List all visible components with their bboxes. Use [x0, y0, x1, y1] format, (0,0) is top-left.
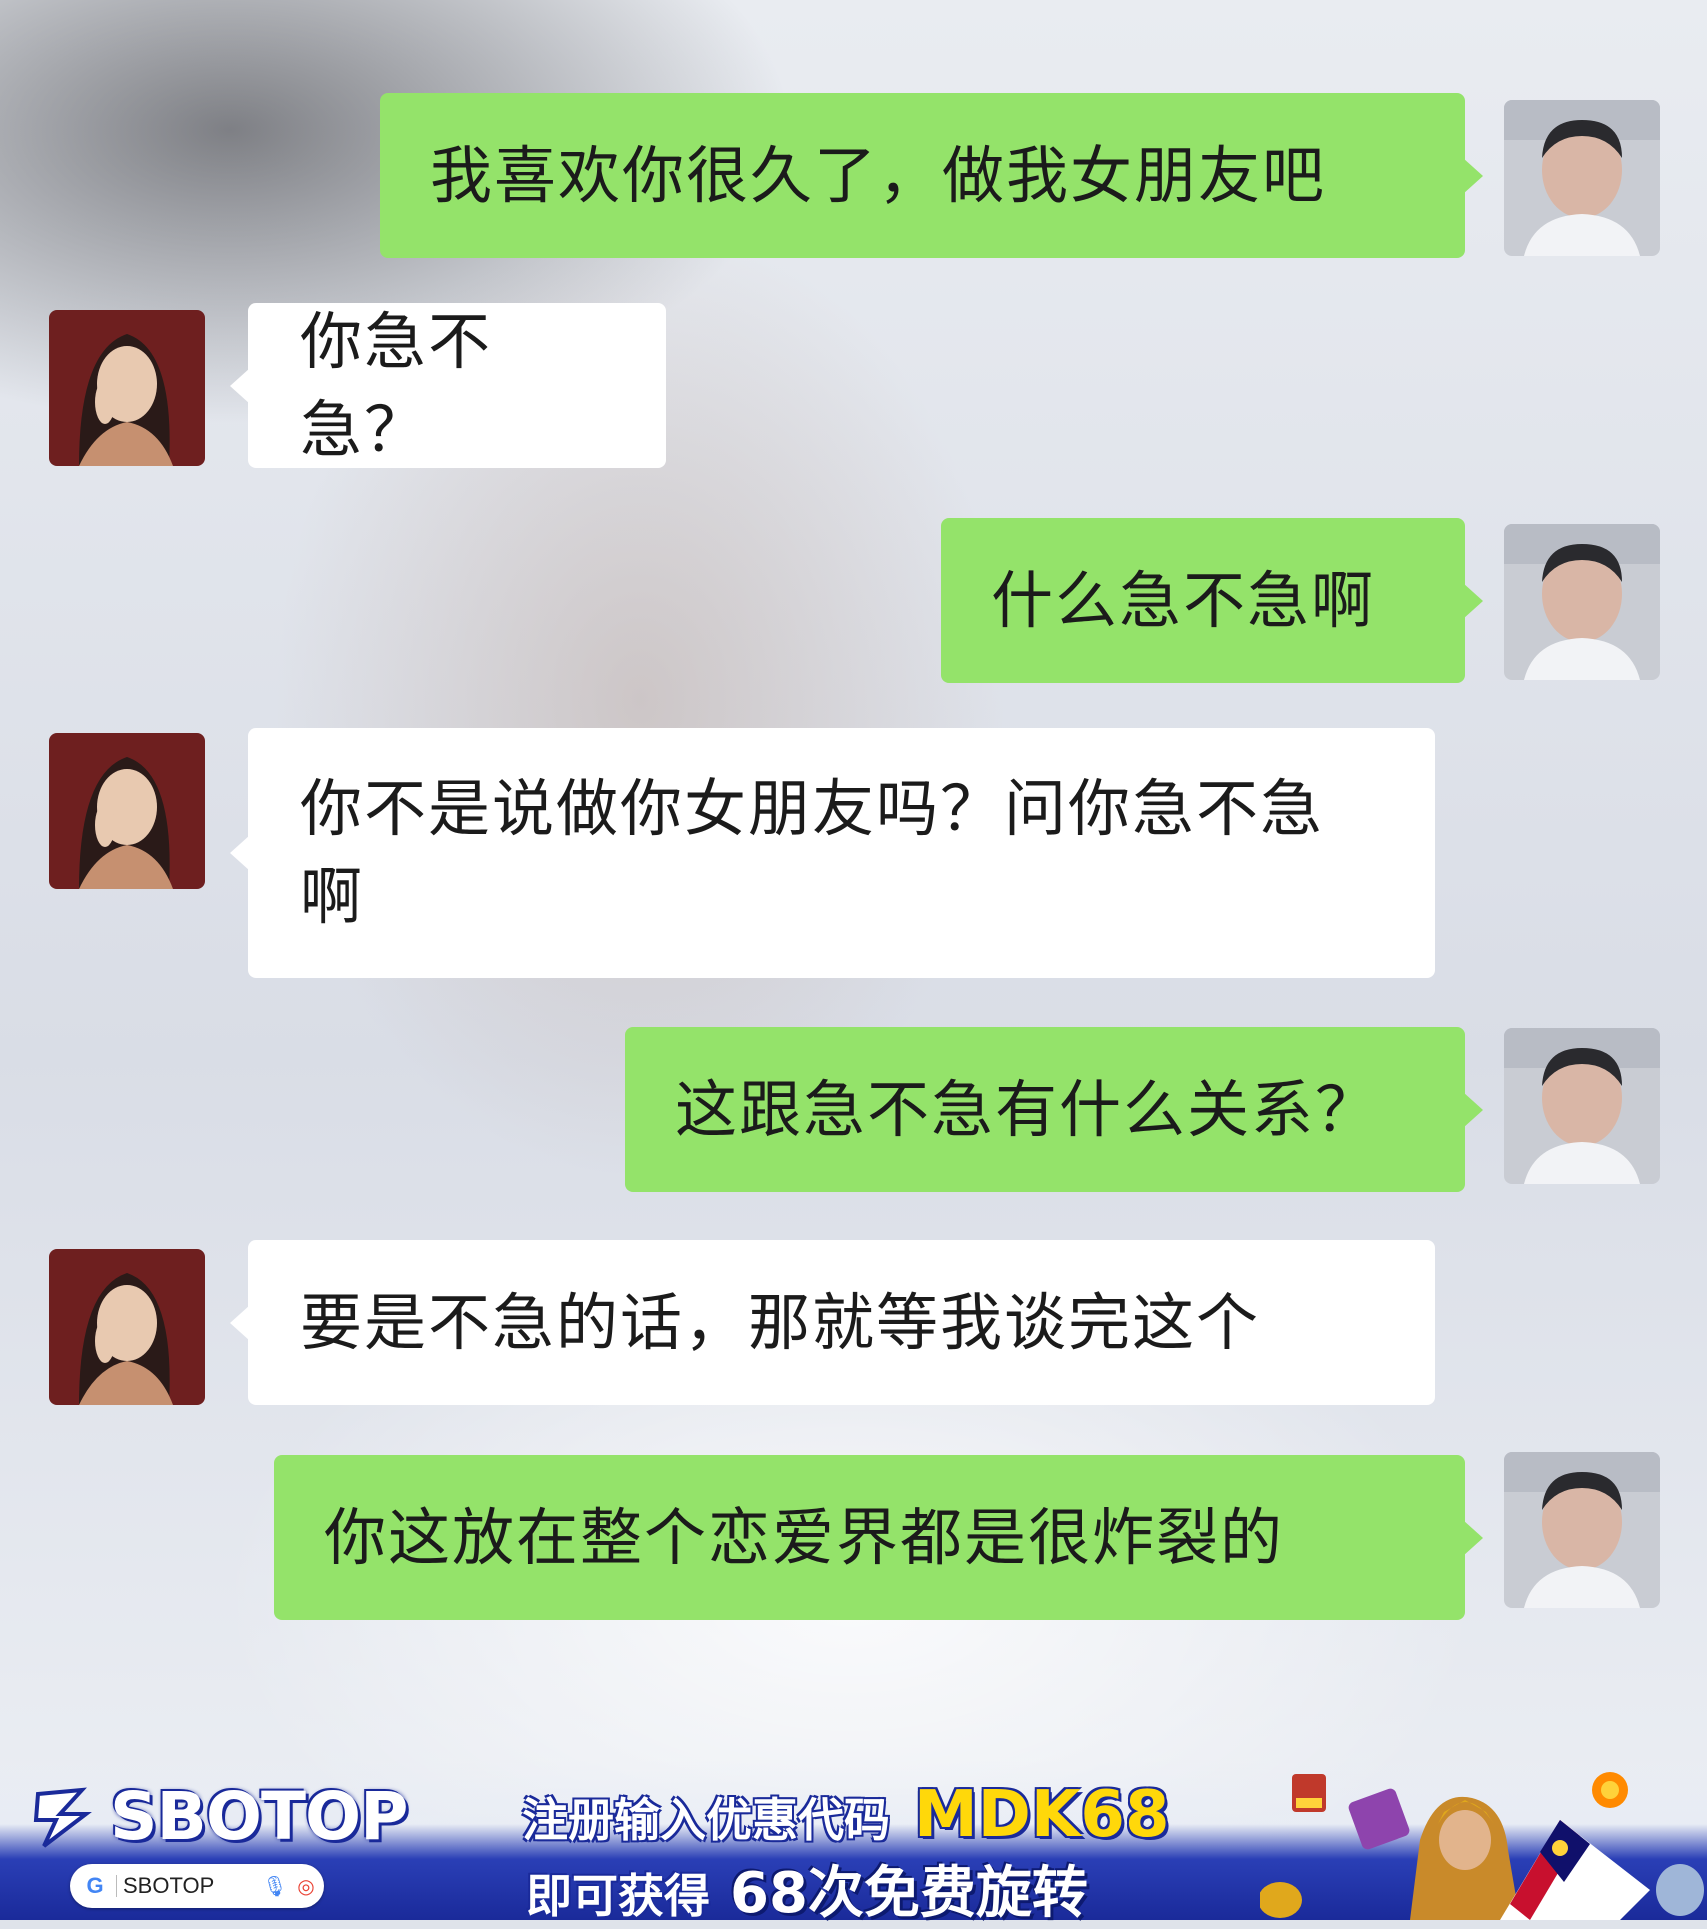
her-avatar[interactable] [49, 1249, 205, 1405]
brand-name: SBOTOP [110, 1778, 408, 1855]
promo-line-2: 即可获得 68次免费旋转 [526, 1848, 1088, 1929]
chat-thread: 我喜欢你很久了，做我女朋友吧 你急不急？ 什么急不急啊 你不是说做你女朋友吗？问… [0, 0, 1707, 1760]
message-text: 要是不急的话，那就等我谈完这个 [300, 1285, 1261, 1359]
promo-text: 即可获得 [526, 1869, 710, 1923]
message-text: 我喜欢你很久了，做我女朋友吧 [430, 138, 1327, 212]
brand-mark-icon [33, 1787, 92, 1848]
my-message-bubble: 这跟急不急有什么关系？ [625, 1027, 1483, 1192]
search-bar[interactable]: G SBOTOP 🎙 ◎ [70, 1864, 324, 1908]
message-text: 什么急不急啊 [991, 563, 1376, 637]
her-avatar[interactable] [49, 310, 205, 466]
free-spins-offer: 68次免费旋转 [730, 1861, 1088, 1926]
message-text: 你不是说做你女朋友吗？问你急不急啊 [300, 772, 1325, 933]
promo-line-1: 注册输入优惠代码 MDK68 [522, 1778, 1169, 1852]
my-message-bubble: 我喜欢你很久了，做我女朋友吧 [380, 93, 1483, 258]
her-message-bubble: 你不是说做你女朋友吗？问你急不急啊 [230, 728, 1435, 978]
my-avatar[interactable] [1504, 1452, 1660, 1608]
my-message-bubble: 你这放在整个恋爱界都是很炸裂的 [274, 1455, 1483, 1620]
promo-code: MDK68 [914, 1778, 1170, 1852]
message-text: 你急不急？ [300, 304, 493, 466]
my-message-bubble: 什么急不急啊 [941, 518, 1483, 683]
search-query: SBOTOP [123, 1873, 215, 1898]
message-text: 你这放在整个恋爱界都是很炸裂的 [324, 1500, 1285, 1574]
my-avatar[interactable] [1504, 1028, 1660, 1184]
promo-text: 注册输入优惠代码 [522, 1793, 890, 1847]
my-avatar[interactable] [1504, 100, 1660, 256]
her-message-bubble: 你急不急？ [230, 303, 666, 468]
divider [116, 1875, 117, 1897]
google-icon: G [86, 1873, 104, 1898]
message-text: 这跟急不急有什么关系？ [675, 1072, 1380, 1146]
her-message-bubble: 要是不急的话，那就等我谈完这个 [230, 1240, 1435, 1405]
her-avatar[interactable] [49, 733, 205, 889]
my-avatar[interactable] [1504, 524, 1660, 680]
microphone-icon[interactable]: 🎙 [262, 1874, 288, 1899]
camera-lens-icon[interactable]: ◎ [288, 1874, 324, 1899]
brand-logo[interactable]: SBOTOP [30, 1778, 408, 1855]
game-character-art [1260, 1772, 1704, 1920]
